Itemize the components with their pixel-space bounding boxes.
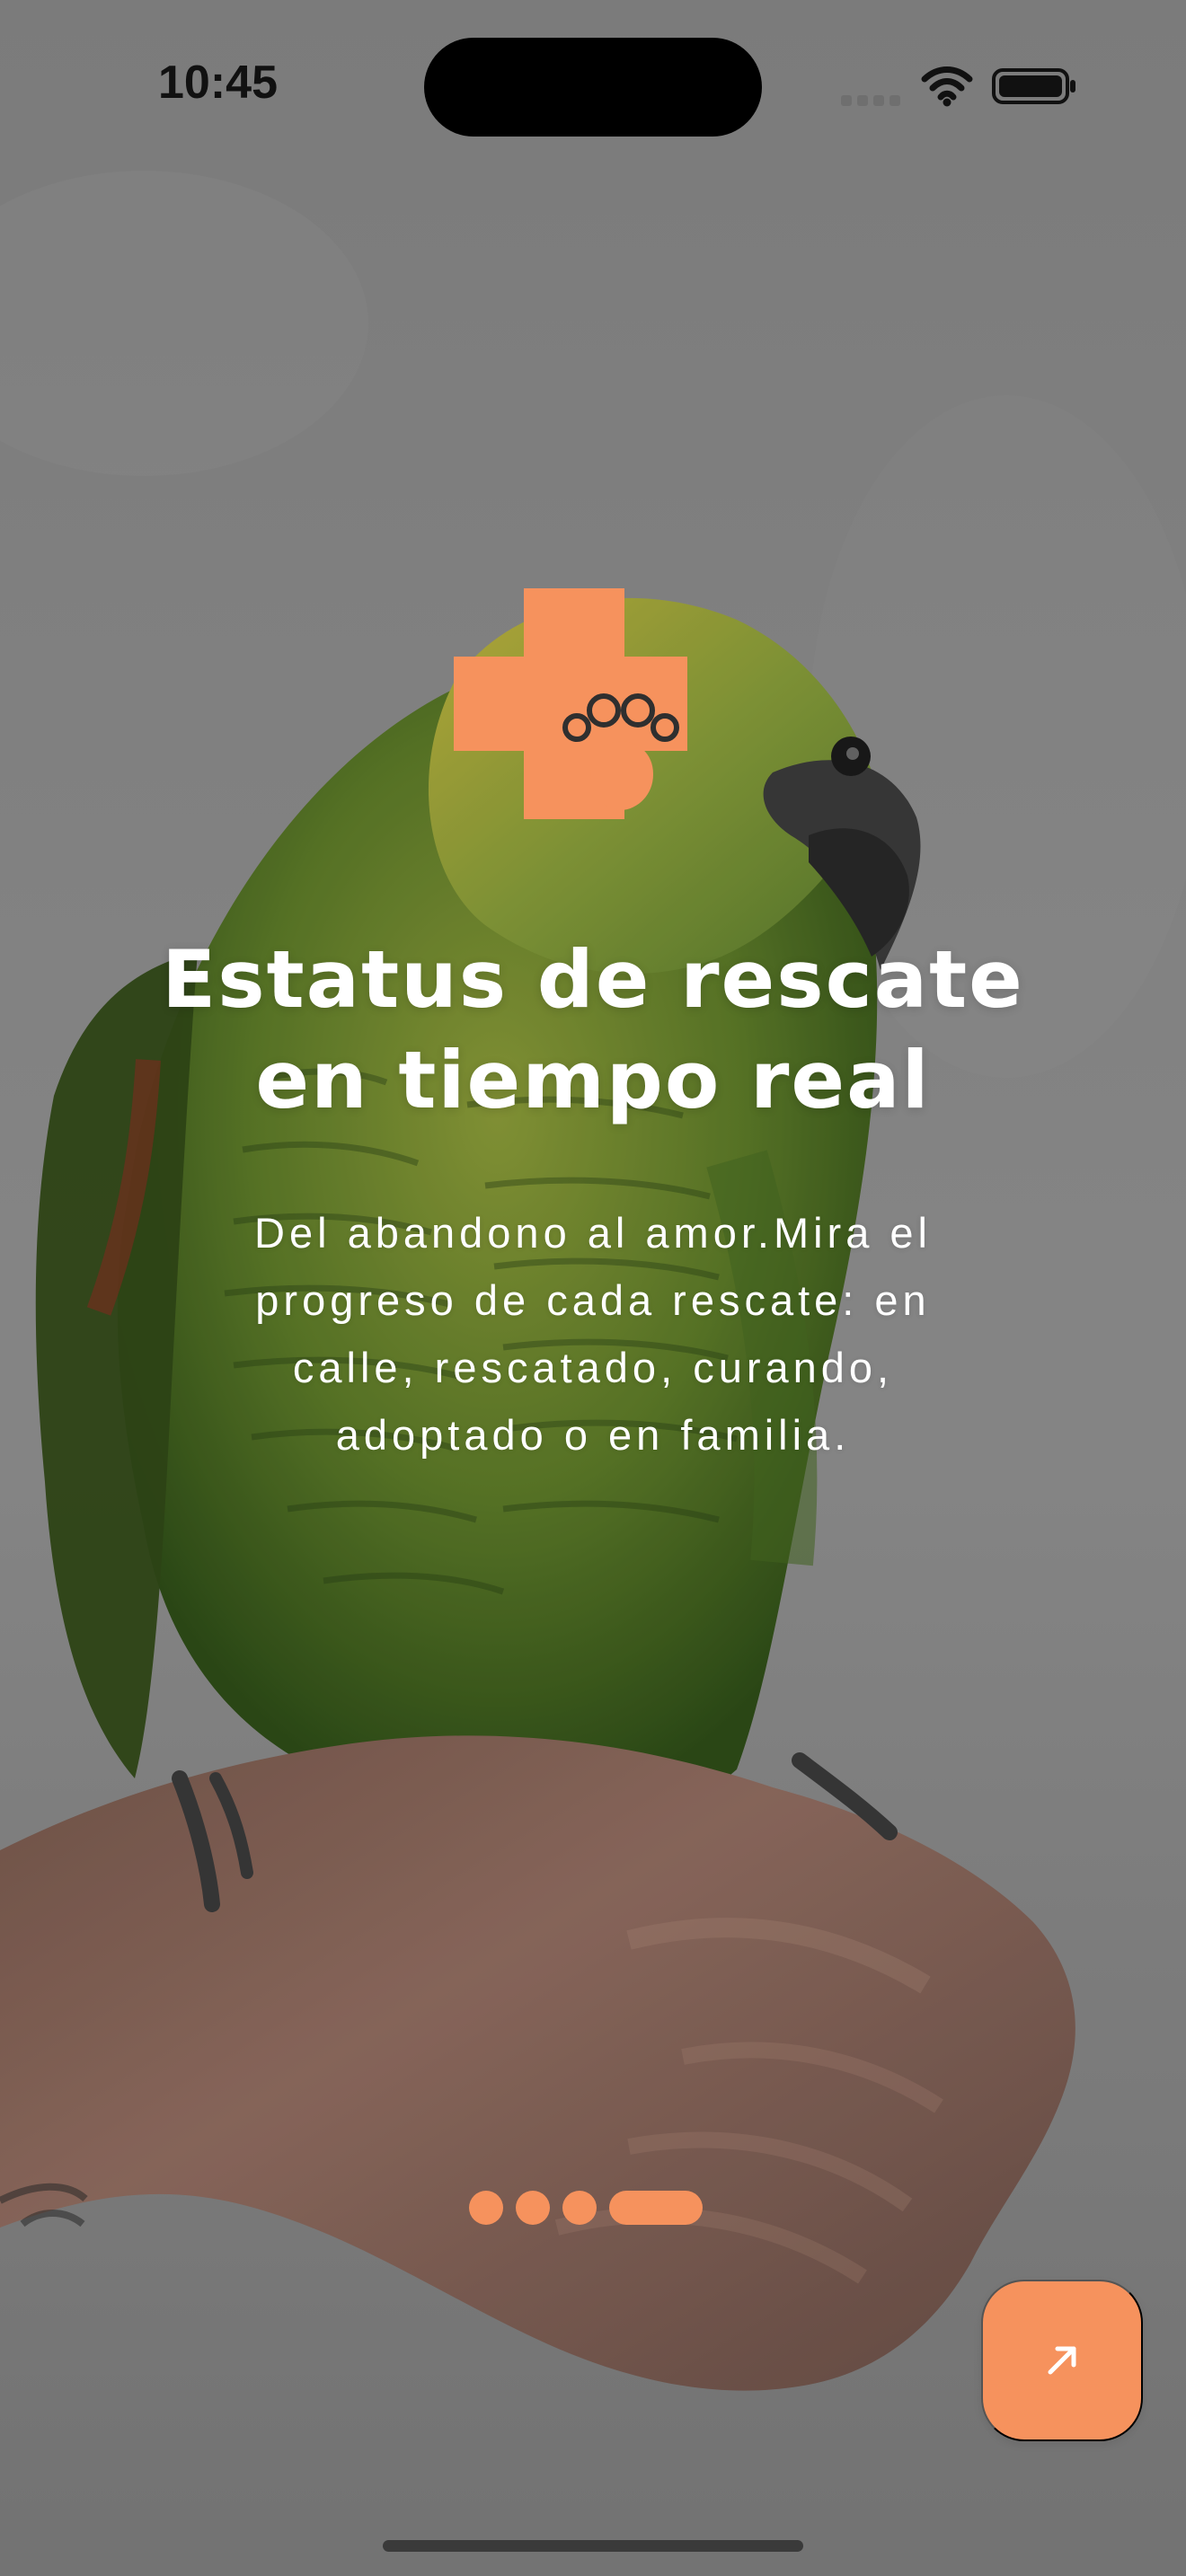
signal-icon bbox=[841, 95, 902, 106]
page-indicator bbox=[469, 2191, 703, 2225]
description-line-4: adoptado o en familia. bbox=[335, 1411, 851, 1459]
description-line-2: progreso de cada rescate: en bbox=[255, 1276, 931, 1324]
home-indicator bbox=[383, 2540, 803, 2552]
arrow-up-right-icon bbox=[1039, 2337, 1085, 2384]
dynamic-island bbox=[424, 38, 762, 137]
status-time: 10:45 bbox=[158, 57, 278, 109]
title-line-2: en tiempo real bbox=[255, 1034, 931, 1126]
description-line-3: calle, rescatado, curando, bbox=[292, 1344, 894, 1391]
status-bar: 10:45 bbox=[0, 0, 1186, 171]
onboarding-description: Del abandono al amor.Mira el progreso de… bbox=[180, 1199, 1006, 1469]
medical-cross-paw-logo bbox=[454, 588, 721, 852]
wifi-icon bbox=[920, 65, 974, 108]
description-line-1: Del abandono al amor.Mira el bbox=[254, 1209, 932, 1257]
battery-icon bbox=[992, 66, 1078, 106]
next-button[interactable] bbox=[981, 2280, 1143, 2441]
onboarding-title: Estatus de rescate en tiempo real bbox=[108, 930, 1078, 1131]
page-dot-3[interactable] bbox=[562, 2191, 597, 2225]
page-dot-1[interactable] bbox=[469, 2191, 503, 2225]
page-dot-4-active[interactable] bbox=[609, 2191, 703, 2225]
title-line-1: Estatus de rescate bbox=[162, 933, 1024, 1026]
onboarding-screen: 10:45 Estatus de rescate en tiempo real … bbox=[0, 0, 1186, 2576]
page-dot-2[interactable] bbox=[516, 2191, 550, 2225]
